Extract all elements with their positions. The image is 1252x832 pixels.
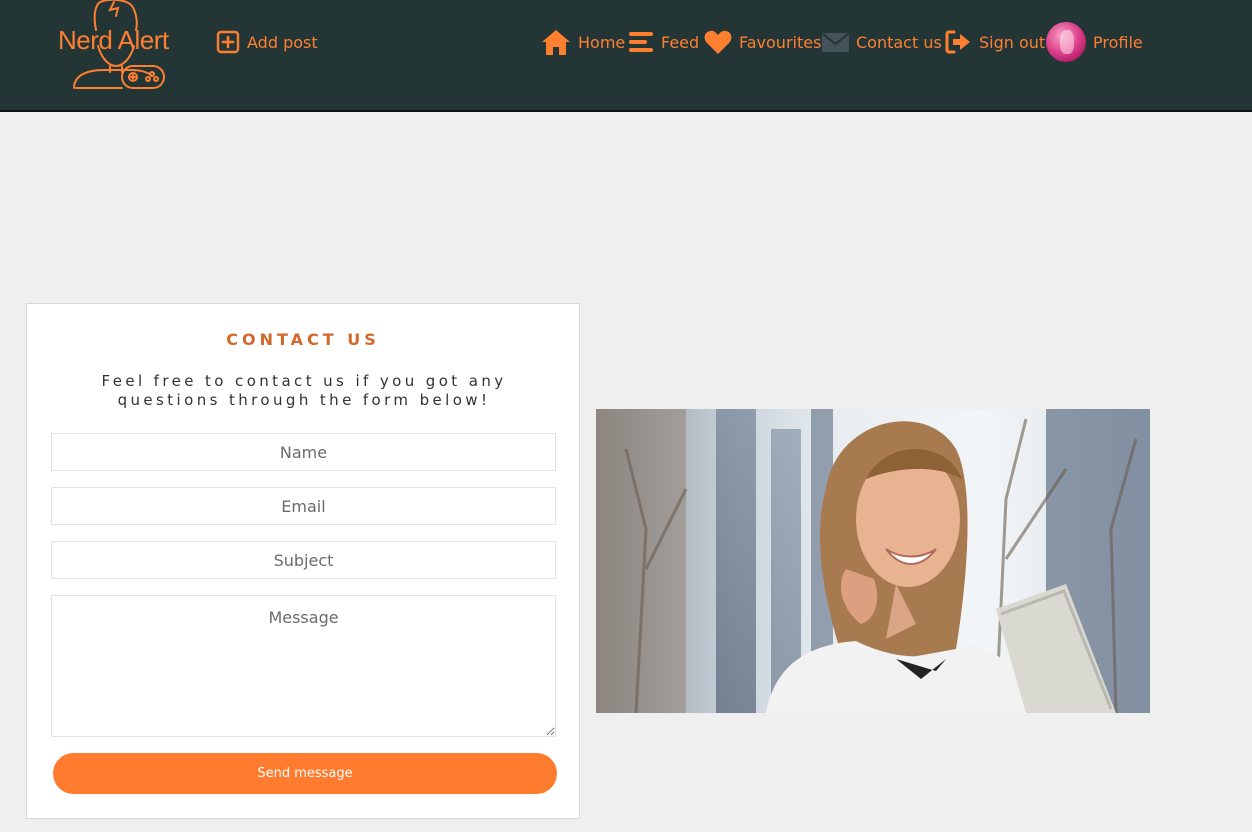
nav-feed[interactable]: Feed	[628, 28, 699, 56]
nav-home[interactable]: Home	[541, 28, 625, 56]
message-field[interactable]	[51, 595, 556, 737]
heart-icon	[704, 29, 732, 55]
nav-home-label: Home	[578, 32, 626, 52]
plus-square-icon	[216, 30, 240, 54]
contact-description: Feel free to contact us if you got any q…	[101, 372, 507, 409]
nav-contact-us[interactable]: Contact us	[822, 28, 942, 56]
contact-form-card: CONTACT US Feel free to contact us if yo…	[26, 303, 580, 819]
contact-title: CONTACT US	[226, 330, 380, 349]
subject-field[interactable]	[51, 541, 556, 579]
envelope-icon	[822, 31, 849, 53]
woman-on-phone-image	[596, 409, 1150, 713]
nav-profile[interactable]: Profile	[1046, 22, 1143, 62]
avatar	[1046, 22, 1086, 62]
nav-sign-out-label: Sign out	[979, 32, 1046, 52]
navbar: Nerd Alert Add post Home Feed Favourites…	[0, 0, 1252, 112]
nav-contact-us-label: Contact us	[856, 32, 942, 52]
name-field[interactable]	[51, 433, 556, 471]
contact-photo	[596, 409, 1150, 713]
send-message-button[interactable]: Send message	[53, 753, 557, 794]
nav-profile-label: Profile	[1093, 32, 1143, 52]
nav-favourites-label: Favourites	[739, 32, 822, 52]
bars-icon	[628, 30, 654, 54]
nav-add-post-label: Add post	[247, 32, 318, 52]
sign-out-icon	[945, 29, 972, 55]
nav-feed-label: Feed	[661, 32, 700, 52]
nav-sign-out[interactable]: Sign out	[945, 28, 1045, 56]
email-field[interactable]	[51, 487, 556, 525]
brand-logo[interactable]: Nerd Alert	[56, 0, 180, 94]
brand-name: Nerd Alert	[58, 25, 169, 55]
nav-favourites[interactable]: Favourites	[704, 28, 821, 56]
house-icon	[541, 28, 571, 56]
nav-add-post[interactable]: Add post	[216, 28, 318, 56]
